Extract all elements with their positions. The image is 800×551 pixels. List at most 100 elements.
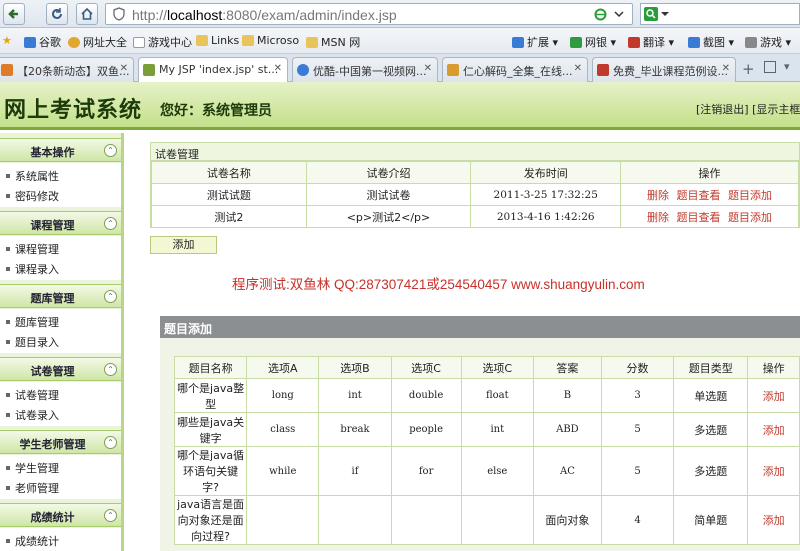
search-dropdown-icon[interactable] (661, 12, 669, 18)
bookmark-google[interactable]: 谷歌 (24, 34, 61, 50)
bookmark-msn[interactable]: MSN 网 (306, 34, 360, 50)
sidebar-item-exam-manage[interactable]: 试卷管理 (6, 387, 59, 403)
sidebar-item-exam-add[interactable]: 试卷录入 (6, 407, 59, 423)
table-row: 哪些是java关键字 class break people int ABD 5 … (173, 412, 800, 447)
column-header: 试卷名称 (151, 161, 307, 184)
section-title: 题库管理 (30, 292, 75, 305)
answer-cell: ABD (532, 412, 602, 447)
folder-icon (306, 37, 318, 48)
close-icon[interactable]: ✕ (274, 63, 282, 74)
add-link[interactable]: 添加 (763, 424, 785, 437)
sidebar-item-score-stats[interactable]: 成绩统计 (6, 533, 59, 549)
bookmark-games[interactable]: 游戏中心 (133, 34, 192, 50)
section-title: 学生老师管理 (19, 438, 86, 451)
exam-name-cell: 测试试题 (151, 183, 307, 206)
sidebar-section-question-bank[interactable]: 题库管理 ⌃ (0, 284, 121, 308)
exam-panel: 试卷管理 试卷名称 试卷介绍 发布时间 操作 测试试题 测试试卷 2011-3-… (150, 142, 800, 228)
toolbar-games[interactable]: 游戏 ▾ (745, 34, 791, 50)
bookmark-star[interactable]: ★ (2, 34, 12, 47)
bookmark-label: MSN 网 (321, 36, 361, 49)
view-questions-link[interactable]: 题目查看 (677, 211, 721, 224)
add-question-link[interactable]: 题目添加 (728, 189, 772, 202)
site-nav-icon (68, 37, 80, 48)
collapse-icon[interactable]: ⌃ (104, 290, 117, 303)
sidebar-section-users[interactable]: 学生老师管理 ⌃ (0, 430, 121, 454)
tab-label: My JSP 'index.jsp' st... (159, 63, 279, 76)
url-prefix: http:// (132, 7, 168, 23)
option-d-cell: int (460, 412, 534, 447)
add-link[interactable]: 添加 (763, 390, 785, 403)
address-input[interactable]: http://localhost:8080/exam/admin/index.j… (105, 3, 633, 25)
sidebar-section-course[interactable]: 课程管理 ⌃ (0, 211, 121, 235)
close-icon[interactable]: ✕ (722, 63, 730, 74)
ie-compat-icon[interactable] (594, 8, 607, 21)
tab-dynamic[interactable]: 【20条新动态】双鱼... ✕ (0, 57, 134, 82)
add-question-link[interactable]: 题目添加 (728, 211, 772, 224)
add-link[interactable]: 添加 (763, 465, 785, 478)
sidebar-item-course-manage[interactable]: 课程管理 (6, 241, 59, 257)
delete-link[interactable]: 删除 (647, 211, 669, 224)
close-icon[interactable]: ✕ (424, 63, 432, 74)
toolbar-translate[interactable]: 翻译 ▾ (628, 34, 674, 50)
header-links[interactable]: [注销退出] [显示主框架 (696, 101, 800, 117)
table-header: 试卷名称 试卷介绍 发布时间 操作 (151, 161, 799, 184)
add-exam-button[interactable]: 添加 (150, 236, 217, 254)
collapse-icon[interactable]: ⌃ (104, 144, 117, 157)
collapse-icon[interactable]: ⌃ (104, 509, 117, 522)
sidebar-section-scores[interactable]: 成绩统计 ⌃ (0, 503, 121, 527)
home-button[interactable] (76, 3, 98, 25)
toolbar-bank[interactable]: 网银 ▾ (570, 34, 616, 50)
collapse-icon[interactable]: ⌃ (104, 436, 117, 449)
close-icon[interactable]: ✕ (574, 63, 582, 74)
back-button[interactable] (3, 3, 25, 25)
close-icon[interactable]: ✕ (120, 63, 128, 74)
tab-menu-icon[interactable]: ▾ (784, 60, 790, 73)
sidebar-item-system-properties[interactable]: 系统属性 (6, 168, 59, 184)
tab-label: 【20条新动态】双鱼... (17, 65, 130, 78)
bookmark-links[interactable]: Links (196, 34, 239, 47)
score-cell: 3 (600, 378, 675, 413)
tab-youku[interactable]: 优酷-中国第一视频网... ✕ (292, 57, 438, 82)
tab-renxin[interactable]: 仁心解码_全集_在线... ✕ (442, 57, 588, 82)
refresh-button[interactable] (46, 3, 68, 25)
sidebar-section-basic[interactable]: 基本操作 ⌃ (0, 138, 121, 162)
tab-index-jsp[interactable]: My JSP 'index.jsp' st... ✕ (138, 57, 288, 83)
bullet-icon (6, 486, 10, 490)
bookmark-microsoft[interactable]: Microso (242, 34, 299, 47)
search-input[interactable] (640, 3, 800, 25)
option-d-cell: else (460, 446, 534, 496)
bank-shield-icon (570, 37, 582, 48)
collapse-icon[interactable]: ⌃ (104, 363, 117, 376)
sidebar-item-teacher-manage[interactable]: 老师管理 (6, 480, 59, 496)
sidebar-item-bank-manage[interactable]: 题库管理 (6, 314, 59, 330)
new-tab-icon[interactable]: + (742, 60, 755, 78)
tab-label: 仁心解码_全集_在线... (463, 65, 573, 78)
toolbar-label: 网银 (585, 36, 607, 49)
exam-table: 试卷名称 试卷介绍 发布时间 操作 测试试题 测试试卷 2011-3-25 17… (151, 161, 799, 228)
dropdown-chevron-icon[interactable] (614, 11, 624, 19)
sidebar-item-question-add[interactable]: 题目录入 (6, 334, 59, 350)
column-header: 答案 (532, 356, 602, 379)
toolbar-label: 游戏 (760, 36, 782, 49)
collapse-icon[interactable]: ⌃ (104, 217, 117, 230)
tab-list-icon[interactable] (764, 61, 776, 73)
url-rest: :8080/exam/admin/index.jsp (222, 7, 397, 23)
tab-favicon-icon (597, 64, 609, 76)
column-header: 选项C (460, 356, 534, 379)
tab-free-course[interactable]: 免费_毕业课程范例设... ✕ (592, 57, 736, 82)
toolbar-extensions[interactable]: 扩展 ▾ (512, 34, 558, 50)
add-link[interactable]: 添加 (763, 514, 785, 527)
sidebar-section-body: 学生管理 老师管理 (0, 455, 121, 499)
bookmark-site-nav[interactable]: 网址大全 (68, 34, 127, 50)
sidebar-item-change-password[interactable]: 密码修改 (6, 188, 59, 204)
sidebar-section-exam[interactable]: 试卷管理 ⌃ (0, 357, 121, 381)
sidebar-item-student-manage[interactable]: 学生管理 (6, 460, 59, 476)
toolbar-screenshot[interactable]: 截图 ▾ (688, 34, 734, 50)
google-icon (24, 37, 36, 48)
delete-link[interactable]: 删除 (647, 189, 669, 202)
view-questions-link[interactable]: 题目查看 (677, 189, 721, 202)
sidebar-item-course-add[interactable]: 课程录入 (6, 261, 59, 277)
sidebar-item-label: 学生管理 (15, 462, 59, 475)
app-header: 网上考试系统 您好：系统管理员 [注销退出] [显示主框架 (0, 82, 800, 130)
bookmark-label: 网址大全 (83, 36, 127, 49)
